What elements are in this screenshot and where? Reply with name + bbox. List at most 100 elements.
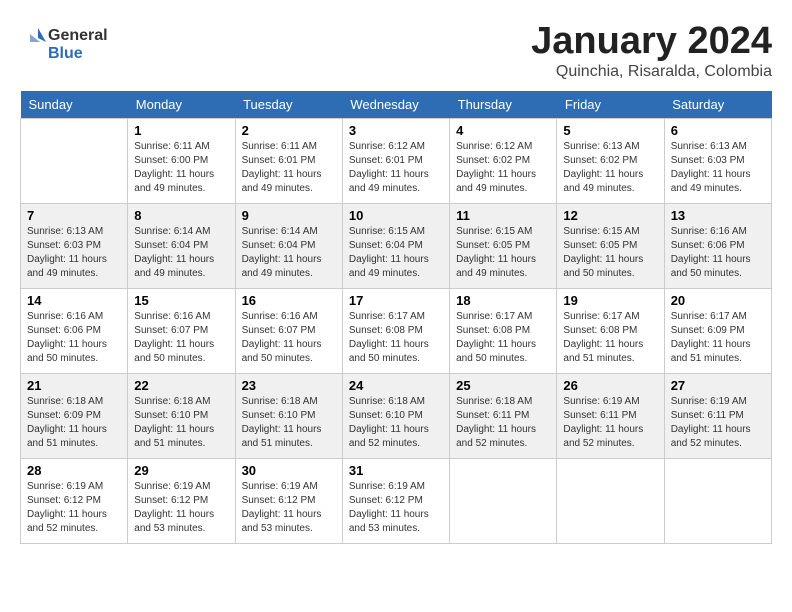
week-row-5: 28 Sunrise: 6:19 AMSunset: 6:12 PMDayligh… xyxy=(21,459,772,544)
day-number: 22 xyxy=(134,378,228,393)
day-number: 30 xyxy=(242,463,336,478)
day-number: 26 xyxy=(563,378,657,393)
day-cell: 30 Sunrise: 6:19 AMSunset: 6:12 PMDayligh… xyxy=(235,459,342,544)
day-cell: 8 Sunrise: 6:14 AMSunset: 6:04 PMDaylight… xyxy=(128,204,235,289)
day-cell: 9 Sunrise: 6:14 AMSunset: 6:04 PMDaylight… xyxy=(235,204,342,289)
day-number: 20 xyxy=(671,293,765,308)
day-info: Sunrise: 6:18 AMSunset: 6:10 PMDaylight:… xyxy=(242,395,336,451)
day-cell: 18Sunrise: 6:17 AMSunset: 6:08 PMDayligh… xyxy=(450,289,557,374)
header-saturday: Saturday xyxy=(664,91,771,119)
logo-svg: General Blue xyxy=(20,20,110,65)
day-cell: 14 Sunrise: 6:16 AMSunset: 6:06 PMDayligh… xyxy=(21,289,128,374)
day-cell: 26Sunrise: 6:19 AMSunset: 6:11 PMDayligh… xyxy=(557,374,664,459)
day-cell: 12 Sunrise: 6:15 AMSunset: 6:05 PMDayligh… xyxy=(557,204,664,289)
day-number: 15 xyxy=(134,293,228,308)
day-number: 9 xyxy=(242,208,336,223)
week-row-2: 7 Sunrise: 6:13 AMSunset: 6:03 PMDaylight… xyxy=(21,204,772,289)
day-cell: 11 Sunrise: 6:15 AMSunset: 6:05 PMDayligh… xyxy=(450,204,557,289)
day-cell: 5Sunrise: 6:13 AMSunset: 6:02 PMDaylight… xyxy=(557,119,664,204)
day-info: Sunrise: 6:14 AMSunset: 6:04 PMDaylight:… xyxy=(242,225,336,281)
header-wednesday: Wednesday xyxy=(342,91,449,119)
day-number: 27 xyxy=(671,378,765,393)
day-info: Sunrise: 6:12 AMSunset: 6:02 PMDaylight:… xyxy=(456,140,550,196)
day-info: Sunrise: 6:18 AMSunset: 6:09 PMDaylight:… xyxy=(27,395,121,451)
week-row-4: 21Sunrise: 6:18 AMSunset: 6:09 PMDayligh… xyxy=(21,374,772,459)
month-title: January 2024 xyxy=(531,20,772,63)
day-info: Sunrise: 6:19 AMSunset: 6:12 PMDaylight:… xyxy=(242,480,336,536)
day-info: Sunrise: 6:19 AMSunset: 6:12 PMDaylight:… xyxy=(349,480,443,536)
day-info: Sunrise: 6:17 AMSunset: 6:09 PMDaylight:… xyxy=(671,310,765,366)
svg-text:General: General xyxy=(48,27,108,44)
location-title: Quinchia, Risaralda, Colombia xyxy=(531,63,772,81)
day-number: 12 xyxy=(563,208,657,223)
title-area: January 2024 Quinchia, Risaralda, Colomb… xyxy=(531,20,772,81)
day-number: 29 xyxy=(134,463,228,478)
day-number: 11 xyxy=(456,208,550,223)
day-cell xyxy=(450,459,557,544)
day-number: 1 xyxy=(134,123,228,138)
day-number: 31 xyxy=(349,463,443,478)
header-tuesday: Tuesday xyxy=(235,91,342,119)
week-row-3: 14 Sunrise: 6:16 AMSunset: 6:06 PMDayligh… xyxy=(21,289,772,374)
day-info: Sunrise: 6:19 AMSunset: 6:11 PMDaylight:… xyxy=(671,395,765,451)
day-info: Sunrise: 6:15 AMSunset: 6:05 PMDaylight:… xyxy=(456,225,550,281)
day-info: Sunrise: 6:14 AMSunset: 6:04 PMDaylight:… xyxy=(134,225,228,281)
day-cell: 1 Sunrise: 6:11 AMSunset: 6:00 PMDaylight… xyxy=(128,119,235,204)
header-thursday: Thursday xyxy=(450,91,557,119)
day-number: 18 xyxy=(456,293,550,308)
day-info: Sunrise: 6:16 AMSunset: 6:06 PMDaylight:… xyxy=(27,310,121,366)
day-number: 24 xyxy=(349,378,443,393)
day-cell: 25 Sunrise: 6:18 AMSunset: 6:11 PMDayligh… xyxy=(450,374,557,459)
day-cell: 4 Sunrise: 6:12 AMSunset: 6:02 PMDaylight… xyxy=(450,119,557,204)
day-number: 16 xyxy=(242,293,336,308)
day-info: Sunrise: 6:19 AMSunset: 6:12 PMDaylight:… xyxy=(27,480,121,536)
day-cell: 7 Sunrise: 6:13 AMSunset: 6:03 PMDaylight… xyxy=(21,204,128,289)
day-number: 28 xyxy=(27,463,121,478)
day-cell: 19Sunrise: 6:17 AMSunset: 6:08 PMDayligh… xyxy=(557,289,664,374)
day-number: 25 xyxy=(456,378,550,393)
day-cell: 17Sunrise: 6:17 AMSunset: 6:08 PMDayligh… xyxy=(342,289,449,374)
day-info: Sunrise: 6:19 AMSunset: 6:12 PMDaylight:… xyxy=(134,480,228,536)
week-row-1: 1 Sunrise: 6:11 AMSunset: 6:00 PMDaylight… xyxy=(21,119,772,204)
day-cell: 15 Sunrise: 6:16 AMSunset: 6:07 PMDayligh… xyxy=(128,289,235,374)
day-cell: 29 Sunrise: 6:19 AMSunset: 6:12 PMDayligh… xyxy=(128,459,235,544)
day-number: 6 xyxy=(671,123,765,138)
day-cell: 23Sunrise: 6:18 AMSunset: 6:10 PMDayligh… xyxy=(235,374,342,459)
day-number: 2 xyxy=(242,123,336,138)
day-number: 8 xyxy=(134,208,228,223)
day-number: 7 xyxy=(27,208,121,223)
day-cell: 6Sunrise: 6:13 AMSunset: 6:03 PMDaylight… xyxy=(664,119,771,204)
day-cell: 31 Sunrise: 6:19 AMSunset: 6:12 PMDayligh… xyxy=(342,459,449,544)
day-info: Sunrise: 6:18 AMSunset: 6:10 PMDaylight:… xyxy=(349,395,443,451)
day-number: 4 xyxy=(456,123,550,138)
header-friday: Friday xyxy=(557,91,664,119)
day-info: Sunrise: 6:18 AMSunset: 6:11 PMDaylight:… xyxy=(456,395,550,451)
day-info: Sunrise: 6:12 AMSunset: 6:01 PMDaylight:… xyxy=(349,140,443,196)
calendar-table: Sunday Monday Tuesday Wednesday Thursday… xyxy=(20,91,772,544)
day-info: Sunrise: 6:11 AMSunset: 6:01 PMDaylight:… xyxy=(242,140,336,196)
day-info: Sunrise: 6:13 AMSunset: 6:03 PMDaylight:… xyxy=(27,225,121,281)
header-sunday: Sunday xyxy=(21,91,128,119)
day-number: 3 xyxy=(349,123,443,138)
day-cell: 2 Sunrise: 6:11 AMSunset: 6:01 PMDaylight… xyxy=(235,119,342,204)
day-cell xyxy=(557,459,664,544)
day-cell: 27 Sunrise: 6:19 AMSunset: 6:11 PMDayligh… xyxy=(664,374,771,459)
day-cell xyxy=(21,119,128,204)
logo: General Blue xyxy=(20,20,110,65)
day-info: Sunrise: 6:11 AMSunset: 6:00 PMDaylight:… xyxy=(134,140,228,196)
day-info: Sunrise: 6:16 AMSunset: 6:06 PMDaylight:… xyxy=(671,225,765,281)
day-cell: 10Sunrise: 6:15 AMSunset: 6:04 PMDayligh… xyxy=(342,204,449,289)
day-info: Sunrise: 6:15 AMSunset: 6:05 PMDaylight:… xyxy=(563,225,657,281)
day-cell: 3 Sunrise: 6:12 AMSunset: 6:01 PMDaylight… xyxy=(342,119,449,204)
day-cell: 16Sunrise: 6:16 AMSunset: 6:07 PMDayligh… xyxy=(235,289,342,374)
day-info: Sunrise: 6:18 AMSunset: 6:10 PMDaylight:… xyxy=(134,395,228,451)
header-row: Sunday Monday Tuesday Wednesday Thursday… xyxy=(21,91,772,119)
day-cell: 13Sunrise: 6:16 AMSunset: 6:06 PMDayligh… xyxy=(664,204,771,289)
day-info: Sunrise: 6:15 AMSunset: 6:04 PMDaylight:… xyxy=(349,225,443,281)
day-number: 19 xyxy=(563,293,657,308)
day-info: Sunrise: 6:13 AMSunset: 6:02 PMDaylight:… xyxy=(563,140,657,196)
day-info: Sunrise: 6:16 AMSunset: 6:07 PMDaylight:… xyxy=(134,310,228,366)
day-number: 14 xyxy=(27,293,121,308)
day-cell: 24 Sunrise: 6:18 AMSunset: 6:10 PMDayligh… xyxy=(342,374,449,459)
header: General Blue January 2024 Quinchia, Risa… xyxy=(20,20,772,81)
